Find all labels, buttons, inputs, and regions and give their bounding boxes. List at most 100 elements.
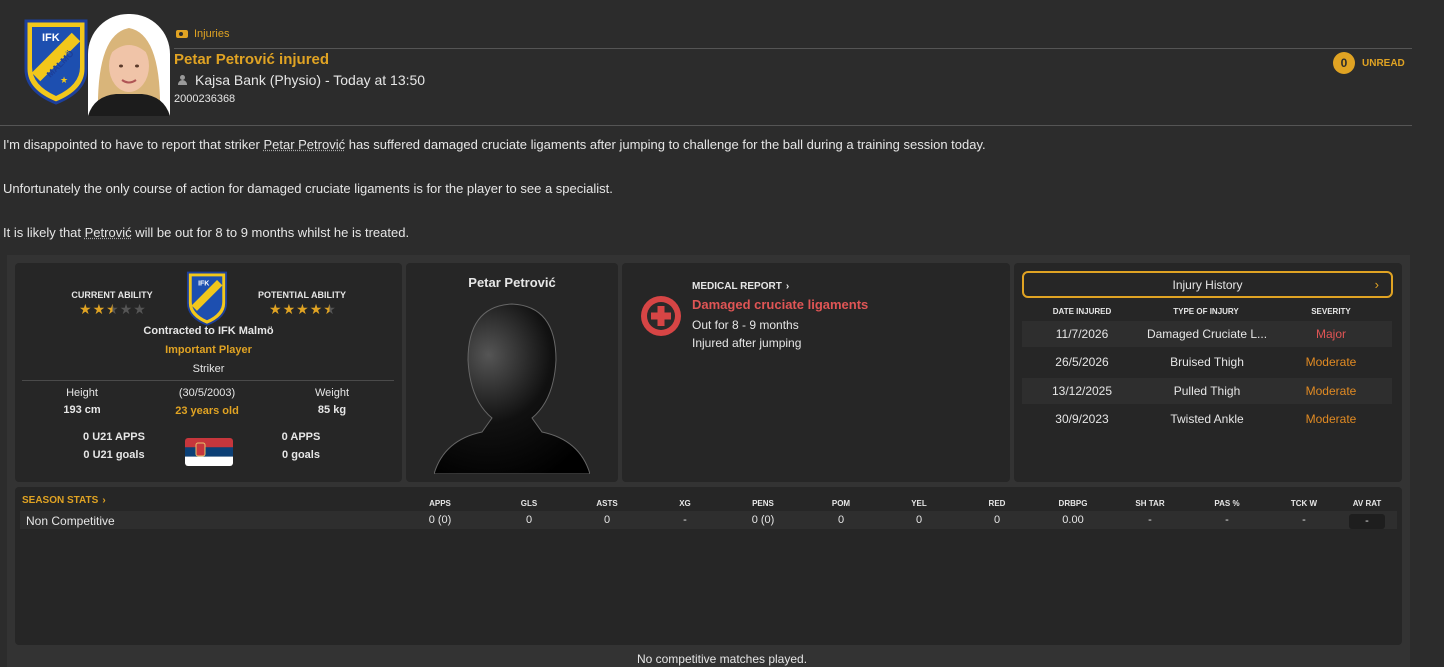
stats-value: -	[1365, 515, 1369, 527]
player-name[interactable]: Petar Petrović	[406, 275, 618, 290]
potential-ability-label: POTENTIAL ABILITY	[257, 290, 346, 300]
star-icon: ★	[79, 301, 92, 317]
history-date: 11/7/2026	[1055, 327, 1109, 341]
player-link[interactable]: Petar Petrović	[263, 137, 345, 152]
star-icon: ★	[296, 301, 309, 317]
stats-header: GLS	[520, 499, 538, 508]
body-paragraph-1: I'm disappointed to have to report that …	[3, 137, 986, 152]
medical-cross-icon	[640, 295, 682, 337]
unread-count: 0	[1333, 52, 1355, 74]
stats-header: ASTS	[596, 499, 618, 508]
half-star-icon: ★	[106, 301, 119, 317]
physio-portrait[interactable]	[88, 14, 170, 116]
history-date: 30/9/2023	[1055, 412, 1109, 426]
col-header-date: DATE INJURED	[1052, 307, 1112, 316]
history-severity: Major	[1315, 327, 1346, 341]
star-icon: ★	[282, 301, 296, 317]
senior-apps: 0 APPS	[281, 431, 321, 443]
person-icon	[178, 75, 187, 85]
stats-header: AV RAT	[1352, 499, 1382, 508]
medical-report-link[interactable]: MEDICAL REPORT ›	[692, 281, 789, 292]
chevron-right-icon: ›	[785, 281, 790, 292]
injury-history-button[interactable]: Injury History ›	[1022, 271, 1393, 298]
history-row[interactable]: 11/7/2026 Damaged Cruciate L... Major	[1022, 321, 1392, 347]
history-severity: Moderate	[1305, 412, 1357, 426]
svg-text:★: ★	[60, 75, 68, 85]
history-date: 13/12/2025	[1051, 384, 1113, 398]
history-row[interactable]: 26/5/2026 Bruised Thigh Moderate	[1022, 349, 1392, 375]
player-link[interactable]: Petrović	[85, 225, 132, 240]
history-type: Pulled Thigh	[1173, 384, 1241, 398]
history-row[interactable]: 30/9/2023 Twisted Ankle Moderate	[1022, 406, 1392, 432]
serbia-flag-icon[interactable]	[185, 438, 233, 466]
senior-goals: 0 goals	[282, 449, 320, 461]
club-badge[interactable]: IFK MALMÖ ★	[22, 17, 90, 105]
stats-value: -	[1302, 514, 1306, 526]
col-header-type: TYPE OF INJURY	[1173, 307, 1239, 316]
stats-value: -	[683, 514, 687, 526]
injury-duration: Out for 8 - 9 months	[692, 318, 799, 332]
message-id: 2000236368	[174, 93, 236, 105]
stats-value: 0 (0)	[428, 514, 452, 526]
svg-text:IFK: IFK	[42, 32, 60, 44]
message-sender[interactable]: Kajsa Bank (Physio) - Today at 13:50	[178, 72, 425, 88]
player-silhouette-icon	[433, 300, 591, 475]
season-stats-link[interactable]: SEASON STATS ›	[22, 495, 106, 506]
tag-icon	[176, 30, 188, 38]
stats-value: -	[1225, 514, 1229, 526]
message-subject: Petar Petrović injured	[174, 51, 330, 68]
stats-header: XG	[679, 499, 691, 508]
stats-header: TCK W	[1290, 499, 1318, 508]
stats-header: APPS	[429, 499, 451, 508]
history-type: Twisted Ankle	[1170, 412, 1244, 426]
club-badge-small[interactable]: IFK	[183, 270, 231, 326]
stats-value: 0	[993, 514, 1001, 526]
stats-header: DRBPG	[1058, 499, 1088, 508]
col-header-severity: SEVERITY	[1311, 307, 1351, 316]
half-star-icon: ★	[323, 301, 336, 317]
current-ability-stars: ★ ★ ★ ★ ★	[79, 302, 146, 316]
unread-button[interactable]: 0 UNREAD	[1333, 52, 1405, 74]
history-date: 26/5/2026	[1055, 355, 1109, 369]
potential-ability-stars: ★ ★ ★ ★ ★	[269, 302, 336, 316]
category-label[interactable]: Injuries	[176, 28, 229, 40]
star-icon: ★	[119, 301, 133, 317]
stats-value: 0	[603, 514, 611, 526]
history-type: Bruised Thigh	[1170, 355, 1244, 369]
chevron-right-icon: ›	[1374, 277, 1379, 292]
stats-header: POM	[831, 499, 851, 508]
no-matches-message: No competitive matches played.	[636, 652, 808, 666]
history-row[interactable]: 13/12/2025 Pulled Thigh Moderate	[1022, 378, 1392, 404]
star-icon: ★	[92, 301, 106, 317]
injury-name: Damaged cruciate ligaments	[692, 297, 869, 312]
body-paragraph-3: It is likely that Petrović will be out f…	[3, 225, 410, 240]
stats-header: RED	[988, 499, 1006, 508]
stats-header: SH TAR	[1135, 499, 1165, 508]
unread-label: UNREAD	[1362, 57, 1405, 69]
stats-header: YEL	[911, 499, 927, 508]
stats-header: PENS	[752, 499, 774, 508]
height-value: 193 cm	[63, 404, 101, 416]
svg-text:IFK: IFK	[198, 280, 209, 287]
stats-value: 0	[837, 514, 845, 526]
star-icon: ★	[133, 301, 146, 317]
body-paragraph-2: Unfortunately the only course of action …	[3, 181, 613, 196]
weight-value: 85 kg	[317, 404, 347, 416]
weight-label: Weight	[314, 387, 350, 399]
history-severity: Moderate	[1305, 384, 1357, 398]
history-type: Damaged Cruciate L...	[1146, 327, 1268, 341]
u21-goals: 0 U21 goals	[83, 449, 145, 461]
body-divider	[0, 125, 1412, 126]
age-value: 23 years old	[175, 405, 239, 417]
injury-cause: Injured after jumping	[692, 336, 802, 350]
profile-divider	[22, 380, 394, 381]
stats-value: 0	[525, 514, 533, 526]
current-ability-label: CURRENT ABILITY	[71, 290, 153, 300]
star-icon: ★	[269, 301, 282, 317]
stats-value: 0 (0)	[751, 514, 775, 526]
stats-row-label[interactable]: Non Competitive	[26, 514, 115, 528]
player-status: Important Player	[165, 344, 252, 356]
height-label: Height	[66, 387, 98, 399]
stats-value: 0	[915, 514, 923, 526]
dob-value: (30/5/2003)	[178, 387, 236, 399]
